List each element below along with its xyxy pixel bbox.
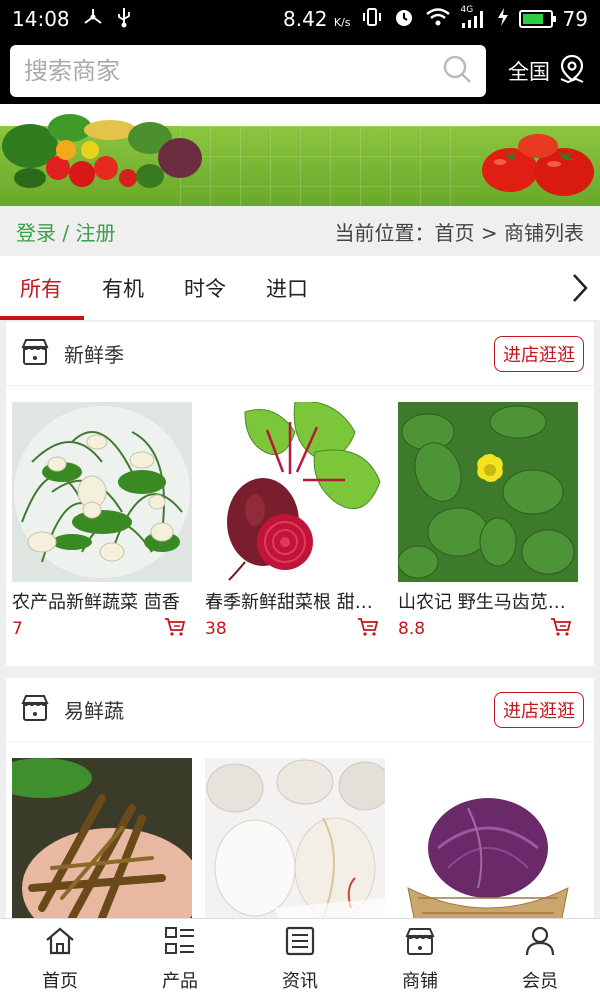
product-image-fern[interactable] [12, 758, 192, 918]
visit-shop-button[interactable]: 进店逛逛 [494, 691, 584, 728]
shop-card: 易鲜蔬 进店逛逛 [6, 678, 594, 918]
product-card[interactable] [398, 758, 578, 918]
vibrate-icon [361, 7, 383, 32]
cart-icon[interactable] [357, 617, 379, 641]
usb-share-icon [82, 7, 104, 32]
visit-shop-button[interactable]: 进店逛逛 [494, 335, 584, 372]
product-card[interactable]: 春季新鲜甜菜根 甜菜头 38 [205, 402, 385, 644]
login-register-link[interactable]: 登录 / 注册 [16, 217, 115, 246]
product-image-onion[interactable] [205, 758, 385, 918]
search-header: 全国 [0, 38, 600, 104]
register-link[interactable]: 注册 [75, 221, 115, 245]
news-icon [284, 926, 316, 961]
alarm-icon [393, 6, 415, 33]
chevron-right-icon[interactable] [560, 256, 600, 320]
tomato-image [482, 134, 594, 196]
tab-imported[interactable]: 进口 [246, 256, 328, 320]
search-box[interactable] [10, 45, 486, 97]
product-title[interactable]: 农产品新鲜蔬菜 茴香 [12, 588, 184, 614]
location-pin-icon [558, 54, 586, 89]
banner-grid-pattern [180, 126, 480, 206]
region-selector[interactable]: 全国 [508, 54, 590, 89]
signal-4g-icon: 4G [461, 5, 487, 29]
status-bar: 14:08 8.42 K/s 4G 79 [0, 0, 600, 38]
home-icon [44, 926, 76, 961]
shop-header: 新鲜季 进店逛逛 [6, 322, 594, 386]
charging-icon [497, 7, 509, 32]
shop-icon [20, 337, 50, 371]
wifi-icon [425, 7, 451, 32]
member-icon [524, 926, 556, 961]
region-label: 全国 [508, 60, 550, 84]
nav-member[interactable]: 会员 [480, 919, 600, 1000]
product-title[interactable]: 春季新鲜甜菜根 甜菜头 [205, 588, 377, 614]
tab-organic[interactable]: 有机 [82, 256, 164, 320]
shop-header: 易鲜蔬 进店逛逛 [6, 678, 594, 742]
product-card[interactable]: 农产品新鲜蔬菜 茴香 7 [12, 402, 192, 644]
product-price: 8.8 [398, 619, 426, 639]
nav-shops[interactable]: 商铺 [360, 919, 480, 1000]
product-card[interactable]: 山农记 野生马齿苋 马齿菜 8.8 [398, 402, 578, 644]
product-image-purslane[interactable] [398, 402, 578, 582]
product-title[interactable]: 山农记 野生马齿苋 马齿菜 [398, 588, 570, 614]
bottom-nav: 首页 产品 资讯 商铺 会员 [0, 918, 600, 1000]
status-time: 14:08 [12, 7, 70, 31]
category-tabs: 所有 有机 时令 进口 [0, 256, 600, 320]
nav-home[interactable]: 首页 [0, 919, 120, 1000]
breadcrumb-bar: 登录 / 注册 当前位置：首页 > 商铺列表 [0, 206, 600, 256]
breadcrumb: 当前位置：首页 > 商铺列表 [334, 220, 584, 245]
battery-icon [518, 10, 556, 28]
shop-icon [404, 926, 436, 961]
shop-card: 新鲜季 进店逛逛 农产品新鲜蔬菜 茴香 7 春季新鲜甜菜根 甜菜头 38 山农记… [6, 322, 594, 666]
product-card[interactable] [205, 758, 385, 918]
tab-seasonal[interactable]: 时令 [164, 256, 246, 320]
search-icon[interactable] [442, 54, 472, 88]
tab-all[interactable]: 所有 [0, 256, 84, 320]
cart-icon[interactable] [550, 617, 572, 641]
product-grid-icon [164, 926, 196, 961]
shop-name[interactable]: 易鲜蔬 [64, 695, 124, 724]
product-price: 38 [205, 619, 227, 639]
vegetable-basket-image [2, 114, 202, 188]
search-input[interactable] [24, 57, 442, 85]
login-link[interactable]: 登录 [16, 221, 56, 245]
shop-icon [20, 693, 50, 727]
product-list: 农产品新鲜蔬菜 茴香 7 春季新鲜甜菜根 甜菜头 38 山农记 野生马齿苋 马 … [6, 386, 594, 644]
network-speed: 8.42 K/s [283, 7, 351, 31]
product-image-beetroot[interactable] [205, 402, 385, 582]
product-list [6, 742, 594, 918]
shop-name[interactable]: 新鲜季 [64, 339, 124, 368]
cart-icon[interactable] [164, 617, 186, 641]
product-card[interactable] [12, 758, 192, 918]
nav-products[interactable]: 产品 [120, 919, 240, 1000]
product-price: 7 [12, 619, 23, 639]
usb-icon [116, 6, 132, 33]
nav-news[interactable]: 资讯 [240, 919, 360, 1000]
vegetable-banner[interactable] [0, 104, 600, 206]
product-image-red-cabbage[interactable] [398, 758, 578, 918]
battery-level: 79 [562, 7, 588, 31]
product-image-fennel[interactable] [12, 402, 192, 582]
